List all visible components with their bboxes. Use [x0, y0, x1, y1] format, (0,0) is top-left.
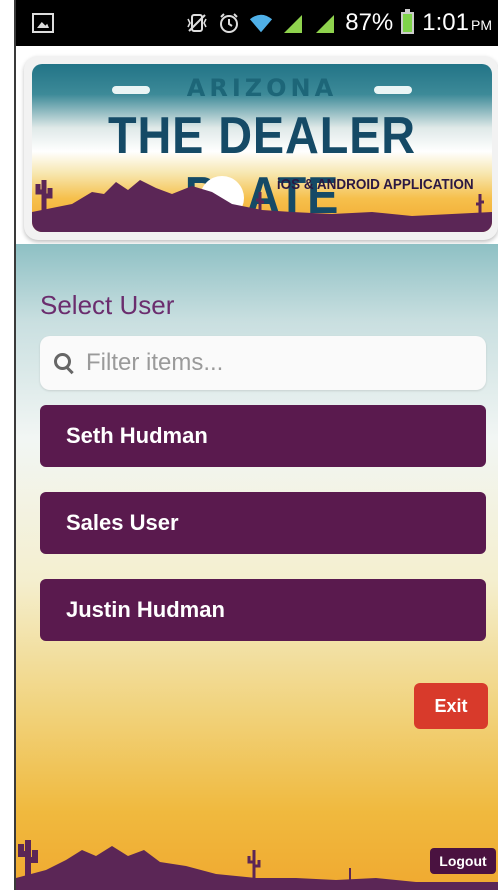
- page-title: Select User: [40, 290, 175, 320]
- exit-button[interactable]: Exit: [414, 683, 488, 729]
- vibrate-icon: [185, 11, 209, 35]
- alarm-icon: [217, 11, 241, 35]
- header-banner: ARIZONA THE DEALER PLATE iOS & ANDROID A…: [24, 56, 498, 240]
- logout-button[interactable]: Logout: [430, 848, 496, 874]
- main-content: Select User Seth Hudman Sales User Justi…: [16, 244, 498, 890]
- clock-time: 1:01: [422, 9, 469, 36]
- filter-field[interactable]: [40, 336, 486, 390]
- plate-subtitle: iOS & ANDROID APPLICATION: [277, 176, 474, 193]
- filter-input[interactable]: [84, 348, 468, 378]
- license-plate-logo: ARIZONA THE DEALER PLATE iOS & ANDROID A…: [32, 64, 492, 232]
- user-item-seth-hudman[interactable]: Seth Hudman: [40, 405, 486, 467]
- signal-icon: [281, 11, 305, 35]
- desert-footer-icon: [16, 840, 498, 890]
- user-item-sales-user[interactable]: Sales User: [40, 492, 486, 554]
- battery-percent: 87%: [345, 9, 394, 36]
- clock-ampm: PM: [471, 17, 492, 33]
- battery-charging-icon: [401, 9, 415, 34]
- gallery-icon: [32, 13, 54, 33]
- signal-icon: [313, 11, 337, 35]
- user-item-justin-hudman[interactable]: Justin Hudman: [40, 579, 486, 641]
- search-icon: [54, 353, 74, 373]
- wifi-icon: [249, 11, 273, 35]
- plate-state: ARIZONA: [186, 74, 338, 102]
- status-bar: 87% 1:01 PM: [16, 0, 498, 46]
